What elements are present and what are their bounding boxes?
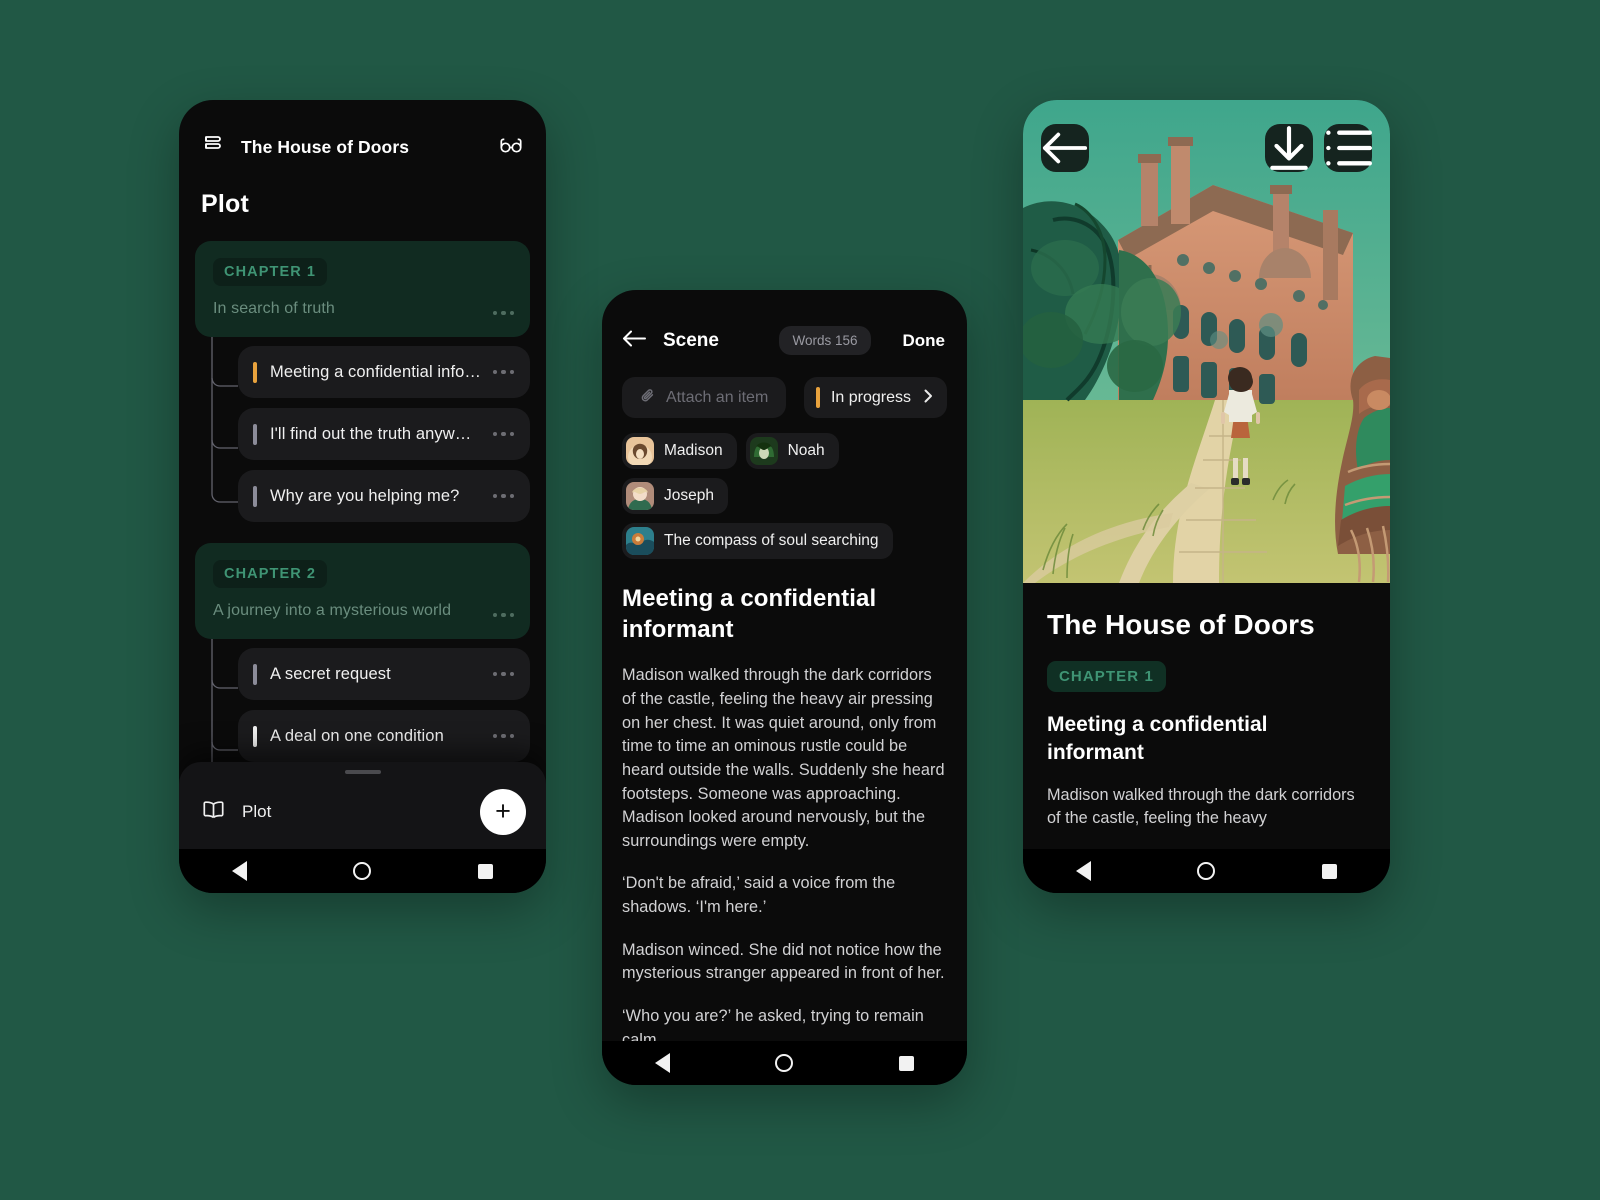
scene-header-title: Scene	[663, 329, 719, 351]
chevron-right-icon	[924, 389, 933, 407]
nav-back-icon[interactable]	[1076, 861, 1092, 881]
scene-meta-row: Attach an item In progress	[602, 355, 967, 418]
done-button[interactable]: Done	[903, 331, 946, 351]
status-accent-bar	[815, 387, 820, 408]
chapter-badge: CHAPTER 1	[1047, 661, 1166, 692]
chapter-card[interactable]: CHAPTER 1 In search of truth	[195, 241, 530, 337]
scene-title: I'll find out the truth anyw…	[270, 424, 472, 443]
paperclip-icon	[640, 387, 657, 409]
sheet-label: Plot	[242, 801, 272, 821]
android-nav-bar	[179, 849, 546, 893]
scene-card[interactable]: A secret request	[238, 648, 530, 700]
table-of-contents-icon[interactable]	[1324, 124, 1372, 172]
tag-label: Joseph	[664, 487, 714, 504]
status-button[interactable]: In progress	[803, 377, 947, 418]
avatar-noah	[749, 437, 778, 465]
word-count-badge: Words 156	[779, 326, 871, 355]
phone-plot-screen: The House of Doors Plot CHAPTER 1 In sea…	[179, 100, 546, 893]
download-icon[interactable]	[1265, 124, 1313, 172]
scene-excerpt: Madison walked through the dark corridor…	[1047, 785, 1355, 828]
scene-tags: Madison Noah Joseph The compass of soul …	[602, 418, 967, 559]
chapter-subtitle: A journey into a mysterious world	[213, 602, 452, 619]
chapter-more-options[interactable]	[492, 612, 514, 617]
scene-title: A deal on one condition	[270, 726, 444, 745]
avatar-madison	[626, 437, 654, 465]
page-title: The House of Doors	[241, 137, 410, 157]
scene-title: Meeting a confidential info…	[270, 362, 482, 381]
chapter-more-options[interactable]	[492, 310, 514, 315]
add-button[interactable]: +	[480, 788, 526, 835]
nav-recent-apps-icon[interactable]	[1321, 863, 1337, 879]
scene-paragraph: Madison walked through the dark corridor…	[622, 666, 945, 850]
scene-more-options[interactable]	[492, 431, 514, 437]
scene-card[interactable]: A deal on one condition	[238, 710, 530, 762]
scene-accent-bar	[253, 485, 257, 507]
tag-character[interactable]: Madison	[622, 433, 737, 469]
attach-item-label: Attach an item	[666, 388, 769, 406]
back-arrow-icon[interactable]	[1041, 124, 1089, 172]
mansion-artwork	[1023, 100, 1390, 583]
scene-accent-bar	[253, 663, 257, 685]
avatar-joseph	[626, 482, 654, 510]
nav-recent-apps-icon[interactable]	[477, 863, 493, 879]
tag-label: The compass of soul searching	[664, 532, 879, 549]
nav-home-icon[interactable]	[1197, 862, 1216, 880]
tag-character[interactable]: Joseph	[622, 478, 728, 514]
tag-character[interactable]: Noah	[745, 433, 839, 469]
status-label: In progress	[830, 388, 911, 406]
bottom-sheet[interactable]: Plot +	[179, 762, 546, 849]
tag-label: Noah	[787, 442, 825, 459]
avatar-compass	[626, 527, 654, 555]
scene-more-options[interactable]	[492, 671, 514, 677]
tag-item[interactable]: The compass of soul searching	[622, 523, 893, 559]
plot-header: The House of Doors	[179, 100, 546, 162]
open-book-icon	[201, 799, 226, 825]
reading-glasses-icon[interactable]	[498, 135, 524, 160]
cover-toolbar	[1041, 124, 1372, 172]
scene-more-options[interactable]	[492, 493, 514, 499]
scene-card[interactable]: Why are you helping me?	[238, 470, 530, 522]
phone-reader-screen: The House of Doors CHAPTER 1 Meeting a c…	[1023, 100, 1390, 893]
nav-back-icon[interactable]	[232, 861, 248, 881]
scene-paragraph: Madison winced. She did not notice how t…	[622, 940, 945, 983]
chapter-card[interactable]: CHAPTER 2 A journey into a mysterious wo…	[195, 543, 530, 639]
scene-body[interactable]: Meeting a confidential informant Madison…	[602, 559, 967, 1052]
scene-header: Scene Words 156 Done	[602, 290, 967, 355]
scene-accent-bar	[253, 423, 257, 445]
screenshot-canvas: The House of Doors Plot CHAPTER 1 In sea…	[0, 0, 1600, 1200]
section-title: Plot	[201, 190, 250, 218]
scene-body-title: Meeting a confidential informant	[622, 585, 877, 644]
tag-label: Madison	[664, 442, 723, 459]
nav-home-icon[interactable]	[775, 1054, 794, 1072]
scene-title: Meeting a confidential informant	[1047, 713, 1268, 765]
books-icon[interactable]	[201, 133, 225, 162]
scene-title: Why are you helping me?	[270, 486, 460, 505]
cover-illustration	[1023, 100, 1390, 583]
nav-recent-apps-icon[interactable]	[899, 1055, 915, 1071]
tree-connector	[211, 337, 238, 503]
scene-more-options[interactable]	[492, 369, 514, 375]
chapter-badge: CHAPTER 2	[213, 560, 328, 588]
scene-card[interactable]: Meeting a confidential info…	[238, 346, 530, 398]
phone-scene-editor: Scene Words 156 Done Attach an item In p…	[602, 290, 967, 1085]
scene-paragraph: ‘Don't be afraid,’ said a voice from the…	[622, 874, 896, 916]
scene-more-options[interactable]	[492, 733, 514, 739]
plot-list: CHAPTER 1 In search of truth Meeting a c…	[179, 219, 546, 824]
nav-back-icon[interactable]	[654, 1053, 670, 1073]
chapter-subtitle: In search of truth	[213, 300, 335, 317]
scene-title: A secret request	[270, 664, 391, 683]
scene-accent-bar	[253, 725, 257, 747]
android-nav-bar	[602, 1041, 967, 1085]
back-arrow-icon[interactable]	[622, 329, 647, 353]
nav-home-icon[interactable]	[353, 862, 372, 880]
scene-card[interactable]: I'll find out the truth anyw…	[238, 408, 530, 460]
scene-accent-bar	[253, 361, 257, 383]
scene-group: Meeting a confidential info… I'll find o…	[195, 337, 530, 522]
book-title: The House of Doors	[1047, 609, 1315, 640]
attach-item-button[interactable]: Attach an item	[622, 377, 787, 418]
reader-body: The House of Doors CHAPTER 1 Meeting a c…	[1023, 583, 1390, 831]
chapter-badge: CHAPTER 1	[213, 258, 328, 286]
android-nav-bar	[1023, 849, 1390, 893]
